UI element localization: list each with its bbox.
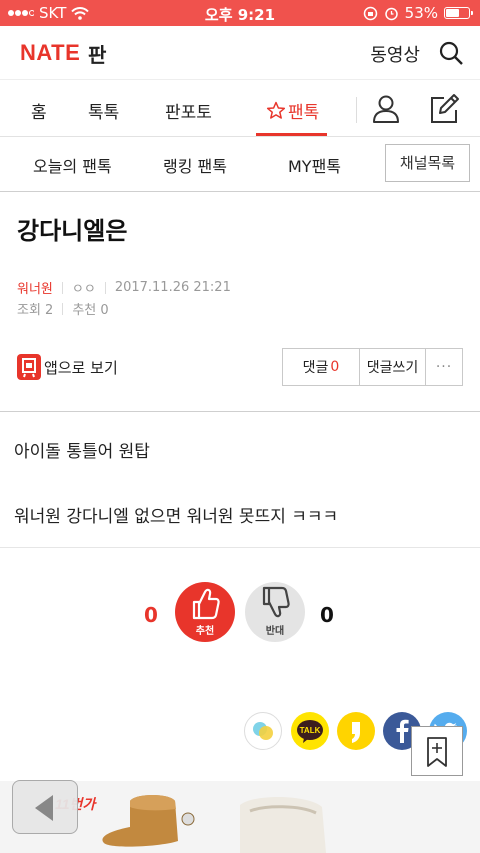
write-icon[interactable] (428, 93, 460, 125)
status-right: 53% (363, 4, 473, 22)
kakaostory-quote-icon (352, 722, 360, 743)
tab-pannphoto[interactable]: 판포토 (165, 98, 212, 123)
comment-label: 댓글 (302, 360, 329, 376)
main-tabs: 홈 톡톡 판포토 팬톡 (0, 81, 480, 137)
write-comment-button[interactable]: 댓글쓰기 (360, 349, 426, 385)
upvote-button[interactable]: 추천 (175, 582, 235, 642)
subtab-my[interactable]: MY팬톡 (288, 153, 341, 177)
bookmark-button[interactable] (411, 726, 463, 776)
tab-home[interactable]: 홈 (31, 98, 47, 123)
post-author: ㅇㅇ (71, 282, 96, 297)
header: NATE 판 동영상 (0, 26, 480, 80)
star-icon (266, 101, 286, 119)
user-icon[interactable] (371, 94, 401, 124)
content-divider-top (0, 411, 480, 412)
post-title: 강다니엘은 (17, 217, 128, 245)
post-channel[interactable]: 워너원 (17, 278, 53, 297)
battery-percent: 53% (404, 4, 438, 22)
ad-previous-button[interactable] (12, 780, 78, 834)
kakaostory-share[interactable] (244, 712, 282, 750)
nate-logo[interactable]: NATE (20, 40, 80, 66)
kakaotalk-share[interactable]: TALK (291, 712, 329, 750)
body-line: 아이돌 통틀어 원탑 (14, 442, 150, 462)
bookmark-add-icon (427, 737, 447, 767)
recommend-count: 추천 0 (72, 303, 109, 318)
status-bar: SKT 오후 9:21 53% (0, 0, 480, 26)
downvote-count: 0 (320, 603, 334, 627)
talk-label: TALK (300, 726, 321, 735)
kakaostory-icon (253, 722, 273, 740)
pann-app-icon (17, 354, 41, 380)
thumbs-down-icon (262, 586, 290, 618)
kakao-quote-share[interactable] (337, 712, 375, 750)
app-view-label: 앱으로 보기 (44, 358, 118, 377)
post-date: 2017.11.26 21:21 (114, 280, 231, 295)
subtab-today[interactable]: 오늘의 팬톡 (33, 153, 112, 177)
sub-tabs: 오늘의 팬톡 랭킹 팬톡 MY팬톡 채널목록 (0, 138, 480, 192)
post-meta: 워너원 ㅇㅇ 2017.11.26 21:21 (17, 278, 231, 297)
downvote-button[interactable]: 반대 (245, 582, 305, 642)
upvote-label: 추천 (195, 626, 215, 637)
subtab-ranking[interactable]: 랭킹 팬톡 (163, 153, 227, 177)
app-view-button[interactable]: 앱으로 보기 (17, 354, 118, 380)
channel-list-button[interactable]: 채널목록 (385, 144, 470, 182)
comment-count: 0 (330, 359, 340, 375)
alarm-icon (384, 7, 398, 20)
ad-product-image (102, 795, 326, 853)
tab-fantalk[interactable]: 팬톡 (266, 98, 319, 123)
thumbs-up-icon (192, 588, 220, 620)
active-tab-indicator (256, 133, 327, 136)
video-link[interactable]: 동영상 (370, 41, 420, 67)
post-stats: 조회 2 추천 0 (17, 299, 109, 318)
content-divider-bottom (0, 547, 480, 548)
downvote-label: 반대 (265, 626, 285, 637)
comment-toolbar: 댓글 0 댓글쓰기 ··· (282, 348, 463, 386)
tab-fantalk-label: 팬톡 (288, 103, 320, 123)
meta-divider (61, 281, 63, 294)
kakaotalk-icon: TALK (297, 720, 323, 743)
rotation-lock-icon (363, 6, 377, 20)
upvote-count: 0 (144, 603, 158, 627)
view-count: 조회 2 (17, 303, 54, 318)
pann-logo[interactable]: 판 (88, 39, 106, 68)
more-button[interactable]: ··· (426, 349, 462, 385)
tabs-divider (356, 97, 357, 123)
meta-divider (104, 281, 106, 294)
tab-toktok[interactable]: 톡톡 (88, 98, 119, 123)
comment-button[interactable]: 댓글 0 (283, 349, 360, 385)
body-line: 워너원 강다니엘 없으면 워너원 못뜨지 ㅋㅋㅋ (14, 507, 339, 527)
search-icon[interactable] (438, 40, 464, 66)
battery-icon (444, 7, 473, 19)
meta-divider (62, 302, 64, 315)
chevron-left-icon (35, 795, 53, 821)
pann-app-glyph (22, 358, 36, 378)
